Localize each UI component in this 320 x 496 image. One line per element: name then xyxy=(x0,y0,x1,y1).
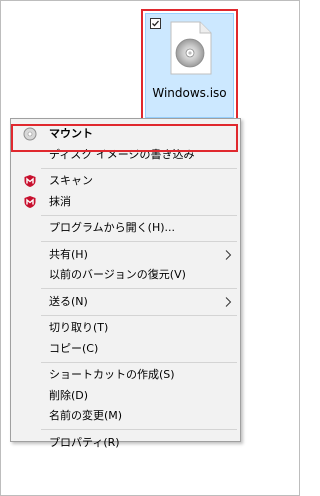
menu-item-label: 送る(N) xyxy=(49,294,88,308)
menu-item-label: 以前のバージョンの復元(V) xyxy=(49,268,186,281)
disc-image-file-icon xyxy=(170,21,212,75)
menu-item-properties[interactable]: プロパティ(R) xyxy=(12,433,239,454)
menu-item-label: ショートカットの作成(S) xyxy=(49,368,175,381)
menu-separator xyxy=(41,361,237,363)
menu-item-restore-previous-versions[interactable]: 以前のバージョンの復元(V) xyxy=(12,265,239,286)
checkmark-icon xyxy=(152,20,159,27)
menu-item-label: プロパティ(R) xyxy=(49,435,120,449)
menu-item-rename[interactable]: 名前の変更(M) xyxy=(12,406,239,427)
menu-item-label: 抹消 xyxy=(49,194,71,208)
menu-separator xyxy=(41,214,237,216)
menu-item-label: プログラムから開く(H)... xyxy=(49,221,176,234)
file-highlight-frame: Windows.iso xyxy=(141,9,238,122)
menu-item-label: 名前の変更(M) xyxy=(49,409,123,422)
menu-separator xyxy=(41,167,237,169)
menu-item-open-with[interactable]: プログラムから開く(H)... xyxy=(12,218,239,239)
menu-item-label: 削除(D) xyxy=(49,388,89,402)
menu-item-copy[interactable]: コピー(C) xyxy=(12,339,239,360)
chevron-right-icon xyxy=(225,249,232,260)
menu-item-create-shortcut[interactable]: ショートカットの作成(S) xyxy=(12,365,239,386)
menu-separator xyxy=(41,241,237,242)
menu-item-label: 共有(H) xyxy=(49,247,88,261)
menu-item-send-to[interactable]: 送る(N) xyxy=(12,292,239,313)
menu-separator xyxy=(41,314,237,316)
file-checkbox[interactable] xyxy=(150,18,161,29)
menu-item-cut[interactable]: 切り取り(T) xyxy=(12,318,239,339)
menu-item-delete[interactable]: 削除(D) xyxy=(12,386,239,407)
file-name-label: Windows.iso xyxy=(152,86,227,100)
chevron-right-icon xyxy=(225,296,232,307)
menu-separator xyxy=(41,429,237,430)
menu-item-label: 切り取り(T) xyxy=(49,321,109,334)
menu-item-label: コピー(C) xyxy=(49,341,99,355)
menu-item-scan[interactable]: スキャン xyxy=(12,171,239,192)
menu-item-shred[interactable]: 抹消 xyxy=(12,192,239,213)
menu-separator xyxy=(41,288,237,289)
mount-highlight-frame xyxy=(11,124,238,152)
mcafee-shield-icon xyxy=(24,175,36,188)
context-menu: マウント ディスク イメージの書き込み スキャン 抹消 プログラムから開く(H)... 共… xyxy=(10,118,241,449)
menu-item-share[interactable]: 共有(H) xyxy=(12,245,239,266)
mcafee-shield-icon xyxy=(24,195,36,208)
menu-item-label: スキャン xyxy=(49,174,93,187)
file-item-windows-iso[interactable]: Windows.iso xyxy=(145,13,234,118)
